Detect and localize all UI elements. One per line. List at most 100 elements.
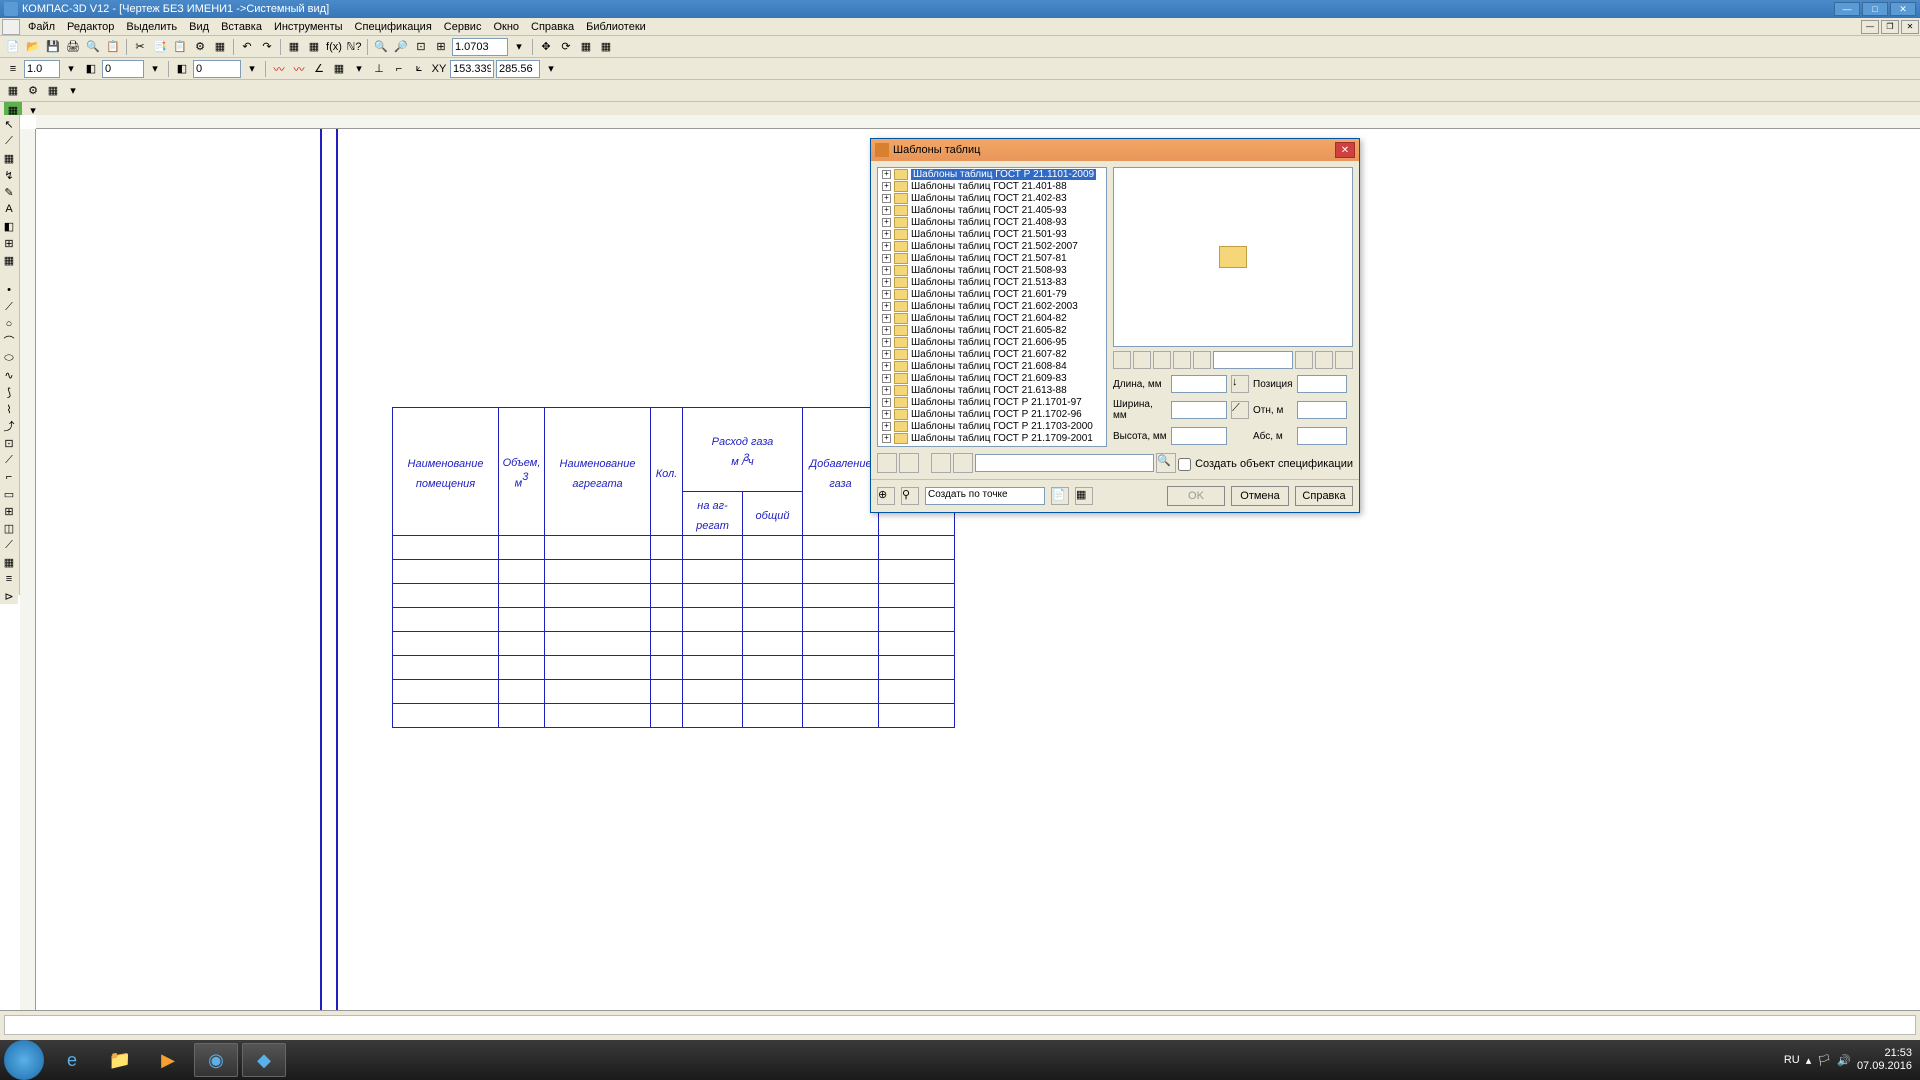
expand-icon[interactable]: + — [882, 302, 891, 311]
menu-libs[interactable]: Библиотеки — [580, 19, 652, 35]
cancel-button[interactable]: Отмена — [1231, 486, 1289, 506]
st-25-icon[interactable]: ⟋ — [0, 537, 18, 553]
tb3a-icon[interactable]: ▦ — [4, 82, 22, 100]
props-icon[interactable]: ⚙ — [191, 38, 209, 56]
st-27-icon[interactable]: ≡ — [0, 571, 18, 587]
st-22-icon[interactable]: ▭ — [0, 486, 18, 502]
tb-d-icon[interactable]: ▦ — [597, 38, 615, 56]
tree-item[interactable]: +Шаблоны таблиц ГОСТ 21.502-2007 — [878, 240, 1106, 252]
expand-icon[interactable]: + — [882, 326, 891, 335]
pr-btn1[interactable] — [1113, 351, 1131, 369]
zoom-window-icon[interactable]: ⊡ — [412, 38, 430, 56]
expand-icon[interactable]: + — [882, 338, 891, 347]
expand-icon[interactable]: + — [882, 434, 891, 443]
layer-icon[interactable]: ◧ — [82, 60, 100, 78]
tb-kompas[interactable]: ◉ — [194, 1043, 238, 1077]
mdi-close[interactable]: ✕ — [1901, 20, 1919, 34]
paste-icon[interactable]: 📋 — [171, 38, 189, 56]
tree-item[interactable]: +Шаблоны таблиц ГОСТ 21.605-82 — [878, 324, 1106, 336]
color1-icon[interactable]: 〰 — [270, 60, 288, 78]
expand-icon[interactable]: + — [882, 254, 891, 263]
bt-btn1[interactable] — [877, 453, 897, 473]
st-9-icon[interactable]: ▦ — [0, 252, 18, 268]
zoom-out-icon[interactable]: 🔎 — [392, 38, 410, 56]
tree-item[interactable]: +Шаблоны таблиц ГОСТ 21.405-93 — [878, 204, 1106, 216]
spec-checkbox[interactable] — [1178, 458, 1191, 471]
menu-insert[interactable]: Вставка — [215, 19, 268, 35]
undo-icon[interactable]: ↶ — [238, 38, 256, 56]
expand-icon[interactable]: + — [882, 194, 891, 203]
tree-item[interactable]: +Шаблоны таблиц ГОСТ 21.607-82 — [878, 348, 1106, 360]
st-15-icon[interactable]: ∿ — [0, 367, 18, 383]
zoom-in-icon[interactable]: 🔍 — [372, 38, 390, 56]
num2-input[interactable] — [193, 60, 241, 78]
st-17-icon[interactable]: ⌇ — [0, 401, 18, 417]
flag-icon[interactable]: 🏳 — [1817, 1054, 1831, 1067]
tree-item[interactable]: +Шаблоны таблиц ГОСТ 21.513-83 — [878, 276, 1106, 288]
bt-input[interactable] — [975, 454, 1154, 472]
ft-btn3[interactable]: 📄 — [1051, 487, 1069, 505]
expand-icon[interactable]: + — [882, 362, 891, 371]
bt-btn5[interactable]: 🔍 — [1156, 453, 1176, 473]
tb-wmp[interactable]: ▶ — [146, 1043, 190, 1077]
st-18-icon[interactable]: ⤴ — [0, 418, 18, 434]
tree-item[interactable]: +Шаблоны таблиц ГОСТ 21.604-82 — [878, 312, 1106, 324]
st-23-icon[interactable]: ⊞ — [0, 503, 18, 519]
pr-btn7[interactable] — [1315, 351, 1333, 369]
help-button[interactable]: Справка — [1295, 486, 1353, 506]
st-14-icon[interactable]: ⬭ — [0, 350, 18, 366]
pr-btn4[interactable] — [1173, 351, 1191, 369]
length-combo[interactable] — [1171, 375, 1227, 393]
expand-icon[interactable]: + — [882, 410, 891, 419]
tree-item[interactable]: +Шаблоны таблиц ГОСТ 21.408-93 — [878, 216, 1106, 228]
st-21-icon[interactable]: ⌐ — [0, 469, 18, 485]
close-button[interactable]: ✕ — [1890, 2, 1916, 16]
minimize-button[interactable]: — — [1834, 2, 1860, 16]
preview-icon[interactable]: 🔍 — [84, 38, 102, 56]
tree-item[interactable]: +Шаблоны таблиц ГОСТ 21.402-83 — [878, 192, 1106, 204]
template-tree[interactable]: +Шаблоны таблиц ГОСТ Р 21.1101-2009 +Шабл… — [877, 167, 1107, 447]
tree-item[interactable]: +Шаблоны таблиц ГОСТ 21.508-93 — [878, 264, 1106, 276]
expand-icon[interactable]: + — [882, 386, 891, 395]
dialog-titlebar[interactable]: Шаблоны таблиц ✕ — [871, 139, 1359, 161]
doc-icon[interactable]: 📋 — [104, 38, 122, 56]
st-20-icon[interactable]: ⟋ — [0, 452, 18, 468]
color2-icon[interactable]: 〰 — [290, 60, 308, 78]
bt-btn3[interactable] — [931, 453, 951, 473]
st-19-icon[interactable]: ⊡ — [0, 435, 18, 451]
tree-item[interactable]: +Шаблоны таблиц ГОСТ Р 21.1101-2009 — [878, 168, 1106, 180]
zoom-fit-icon[interactable]: ⊞ — [432, 38, 450, 56]
tree-item[interactable]: +Шаблоны таблиц ГОСТ 21.609-83 — [878, 372, 1106, 384]
tb-b-icon[interactable]: ▦ — [305, 38, 323, 56]
st-13-icon[interactable]: ⌒ — [0, 333, 18, 349]
expand-icon[interactable]: + — [882, 290, 891, 299]
expand-icon[interactable]: + — [882, 230, 891, 239]
otn-input[interactable] — [1297, 401, 1347, 419]
tree-item[interactable]: +Шаблоны таблиц ГОСТ 21.501-93 — [878, 228, 1106, 240]
open-icon[interactable]: 📂 — [24, 38, 42, 56]
tree-item[interactable]: +Шаблоны таблиц ГОСТ Р 21.1702-96 — [878, 408, 1106, 420]
expand-icon[interactable]: + — [882, 350, 891, 359]
menu-file[interactable]: Файл — [22, 19, 61, 35]
pr-btn5[interactable] — [1193, 351, 1211, 369]
tb-ie[interactable]: e — [50, 1043, 94, 1077]
coord-x-input[interactable] — [450, 60, 494, 78]
expand-icon[interactable]: + — [882, 374, 891, 383]
st-11-icon[interactable]: ⟋ — [0, 299, 18, 315]
expand-icon[interactable]: + — [882, 314, 891, 323]
expand-icon[interactable]: + — [882, 278, 891, 287]
tree-item[interactable]: +Шаблоны таблиц ГОСТ 21.608-84 — [878, 360, 1106, 372]
st-7-icon[interactable]: ◧ — [0, 218, 18, 234]
tb-explorer[interactable]: 📁 — [98, 1043, 142, 1077]
dd2-icon[interactable]: ▾ — [146, 60, 164, 78]
st-6-icon[interactable]: A — [0, 201, 18, 217]
st-26-icon[interactable]: ▦ — [0, 554, 18, 570]
grid-icon[interactable]: ▦ — [330, 60, 348, 78]
menu-service[interactable]: Сервис — [438, 19, 488, 35]
system-tray[interactable]: RU ▴ 🏳 🔊 21:53 07.09.2016 — [1784, 1047, 1920, 1073]
expand-icon[interactable]: + — [882, 398, 891, 407]
tray-expand-icon[interactable]: ▴ — [1806, 1054, 1812, 1067]
snap1-icon[interactable]: ∠ — [310, 60, 328, 78]
menu-select[interactable]: Выделить — [120, 19, 183, 35]
help-context-icon[interactable]: ℕ? — [345, 38, 363, 56]
